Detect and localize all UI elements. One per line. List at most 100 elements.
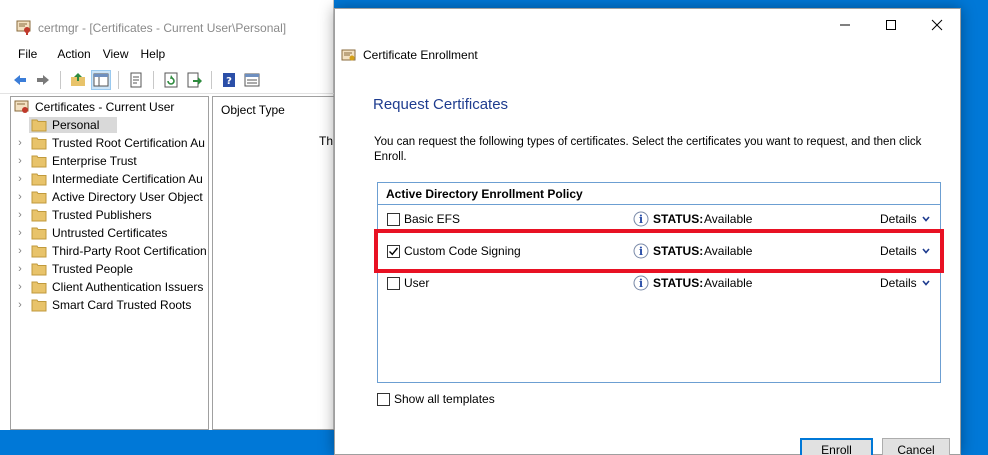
chevron-right-icon[interactable]: ›: [11, 263, 29, 275]
details-view-icon[interactable]: [242, 70, 262, 90]
status-label: STATUS:: [653, 212, 704, 226]
certmgr-title-bar: certmgr - [Certificates - Current User\P…: [0, 0, 334, 40]
chevron-right-icon[interactable]: ›: [11, 209, 29, 221]
tree-item-client-auth-issuers[interactable]: › Client Authentication Issuers: [11, 278, 208, 296]
details-toggle[interactable]: Details: [880, 276, 930, 290]
enrollment-policy-box: Active Directory Enrollment Policy Basic…: [377, 182, 941, 383]
toolbar-separator: [211, 71, 212, 89]
tree-item-wrap: Untrusted Certificates: [29, 225, 169, 241]
chevron-right-icon[interactable]: ›: [11, 173, 29, 185]
tree-item-label: Trusted Root Certification Au: [52, 136, 205, 150]
details-label: Details: [880, 212, 917, 226]
tree-item-label: Trusted People: [52, 262, 133, 276]
tree-item-label: Third-Party Root Certification: [52, 244, 207, 258]
minimize-button[interactable]: [822, 9, 868, 41]
certmgr-title: certmgr - [Certificates - Current User\P…: [38, 21, 287, 35]
tree-item-ad-user-object[interactable]: › Active Directory User Object: [11, 188, 208, 206]
list-pane: Object Type Th: [212, 96, 334, 430]
svg-text:i: i: [639, 277, 643, 290]
tree-item-enterprise-trust[interactable]: › Enterprise Trust: [11, 152, 208, 170]
menu-action[interactable]: Action: [57, 44, 90, 64]
tree-item-untrusted[interactable]: › Untrusted Certificates: [11, 224, 208, 242]
tree-item-wrap: Third-Party Root Certification: [29, 243, 208, 259]
page-description: You can request the following types of c…: [374, 136, 922, 163]
tree-item-label: Smart Card Trusted Roots: [52, 298, 192, 312]
chevron-right-icon[interactable]: ›: [11, 245, 29, 257]
back-icon[interactable]: [10, 70, 30, 90]
menu-file[interactable]: File: [0, 44, 45, 64]
refresh-icon[interactable]: [161, 70, 181, 90]
tree-item-label: Intermediate Certification Au: [52, 172, 203, 186]
details-toggle[interactable]: Details: [880, 212, 930, 226]
enroll-button[interactable]: Enroll: [800, 438, 873, 455]
tree-item-third-party-root[interactable]: › Third-Party Root Certification: [11, 242, 208, 260]
show-all-templates[interactable]: Show all templates: [377, 392, 495, 406]
toolbar-divider: [0, 93, 334, 94]
certificate-row-custom-code-signing[interactable]: Custom Code Signing i STATUS: Available …: [378, 241, 940, 261]
dialog-caption-bar: [335, 9, 960, 41]
certificate-name: User: [404, 276, 430, 290]
chevron-down-icon: [922, 280, 930, 286]
chevron-right-icon[interactable]: ›: [11, 155, 29, 167]
export-icon[interactable]: [184, 70, 204, 90]
tree-item-intermediate[interactable]: › Intermediate Certification Au: [11, 170, 208, 188]
tree-item-label: Trusted Publishers: [52, 208, 152, 222]
tree-item-wrap: Trusted Root Certification Au: [29, 135, 207, 151]
tree-item-label: Enterprise Trust: [52, 154, 137, 168]
folder-icon: [31, 262, 47, 276]
toolbar-separator: [118, 71, 119, 89]
chevron-right-icon[interactable]: ›: [11, 227, 29, 239]
tree-item-wrap: Intermediate Certification Au: [29, 171, 205, 187]
details-toggle[interactable]: Details: [880, 244, 930, 258]
certificate-enrollment-icon: [341, 47, 357, 63]
tree-item-personal[interactable]: Personal: [11, 116, 208, 134]
show-all-templates-checkbox[interactable]: [377, 392, 390, 406]
folder-icon: [31, 280, 47, 294]
certificate-row-basic-efs[interactable]: Basic EFS i STATUS: Available Details: [378, 209, 940, 229]
certificate-row-user[interactable]: User i STATUS: Available Details: [378, 273, 940, 293]
close-button[interactable]: [914, 9, 960, 41]
tree-root[interactable]: Certificates - Current User: [11, 98, 208, 116]
cancel-button[interactable]: Cancel: [882, 438, 950, 455]
checkmark-icon: [389, 247, 399, 256]
properties-icon[interactable]: [126, 70, 146, 90]
folder-icon: [31, 190, 47, 204]
basic-efs-checkbox[interactable]: [387, 213, 400, 226]
minimize-icon: [840, 24, 850, 26]
page-heading: Request Certificates: [373, 96, 509, 113]
maximize-button[interactable]: [868, 9, 914, 41]
details-label: Details: [880, 276, 917, 290]
folder-icon: [31, 244, 47, 258]
chevron-right-icon[interactable]: ›: [11, 191, 29, 203]
tree-item-personal-wrap: Personal: [29, 117, 118, 133]
tree-item-smart-card-roots[interactable]: › Smart Card Trusted Roots: [11, 296, 208, 314]
tree-item-trusted-root[interactable]: › Trusted Root Certification Au: [11, 134, 208, 152]
chevron-right-icon[interactable]: ›: [11, 281, 29, 293]
folder-icon: [31, 118, 47, 132]
up-folder-icon[interactable]: [68, 70, 88, 90]
folder-icon: [31, 298, 47, 312]
chevron-right-icon[interactable]: ›: [11, 137, 29, 149]
tree-item-wrap: Smart Card Trusted Roots: [29, 297, 193, 313]
help-icon[interactable]: ?: [219, 70, 239, 90]
show-all-templates-label: Show all templates: [394, 392, 495, 406]
status-value: Available: [704, 244, 753, 258]
certmgr-app-icon: [16, 19, 32, 35]
toolbar-separator: [153, 71, 154, 89]
tree-item-trusted-publishers[interactable]: › Trusted Publishers: [11, 206, 208, 224]
menu-help[interactable]: Help: [141, 44, 166, 64]
menu-view[interactable]: View: [103, 44, 129, 64]
show-hide-tree-icon[interactable]: [91, 70, 111, 90]
chevron-right-icon[interactable]: ›: [11, 299, 29, 311]
column-header-object-type[interactable]: Object Type: [221, 103, 285, 117]
chevron-down-icon: [922, 216, 930, 222]
tree-item-trusted-people[interactable]: › Trusted People: [11, 260, 208, 278]
tree-item-wrap: Enterprise Trust: [29, 153, 139, 169]
certmgr-window: certmgr - [Certificates - Current User\P…: [0, 0, 334, 430]
info-icon: i: [633, 242, 649, 259]
policy-header: Active Directory Enrollment Policy: [378, 183, 940, 205]
custom-code-signing-checkbox[interactable]: [387, 245, 400, 258]
folder-icon: [31, 208, 47, 222]
user-checkbox[interactable]: [387, 277, 400, 290]
forward-icon[interactable]: [33, 70, 53, 90]
